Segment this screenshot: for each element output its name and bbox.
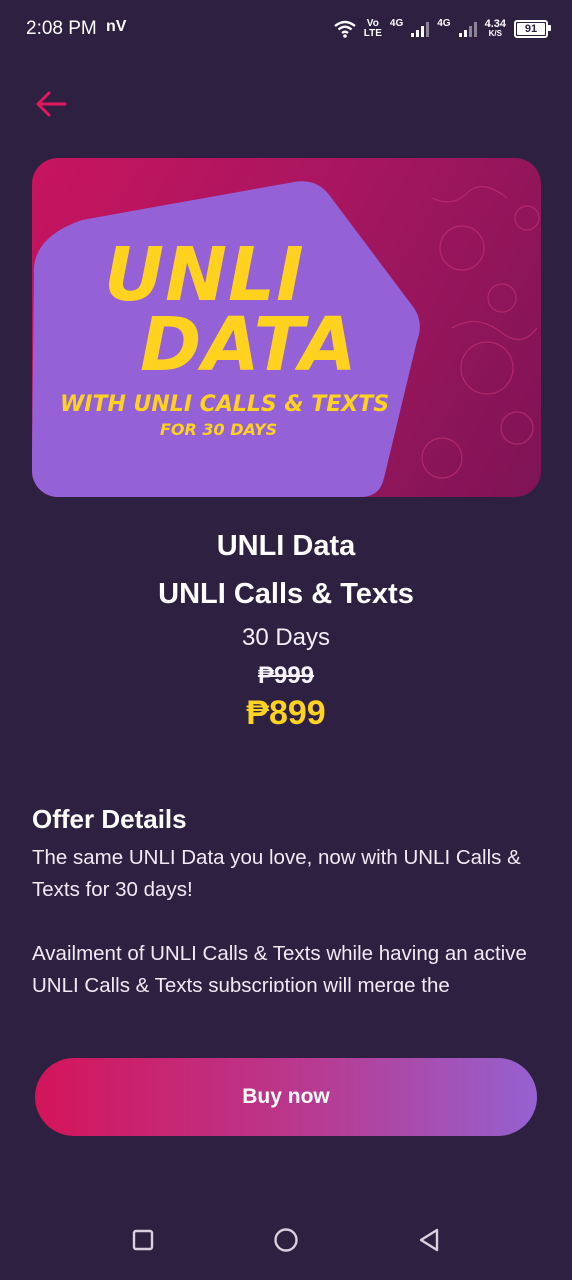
banner-heading-2: DATA [140, 302, 358, 388]
system-back-button[interactable] [407, 1218, 451, 1262]
back-button[interactable] [28, 82, 74, 126]
recent-apps-button[interactable] [121, 1218, 165, 1262]
status-time: 2:08 PM [26, 18, 97, 39]
network-speed: 4.34 K/S [484, 18, 506, 39]
banner-subheading-1: WITH UNLI CALLS & TEXTS [60, 392, 390, 417]
network-type-1: 4G [389, 17, 404, 29]
banner-subheading-2: FOR 30 DAYS [160, 420, 278, 439]
network-type-2: 4G [437, 17, 451, 29]
signal-icon-1 [411, 21, 430, 37]
original-price: ₱999 [257, 662, 315, 689]
signal-icon-2 [458, 21, 477, 37]
carrier-icon: nV [106, 18, 127, 35]
offer-details-heading: Offer Details [32, 804, 187, 834]
triangle-back-icon [419, 1228, 439, 1252]
system-nav-bar [0, 1200, 572, 1280]
square-icon [132, 1229, 154, 1251]
arrow-left-icon [36, 91, 67, 117]
offer-details-body[interactable]: The same UNLI Data you love, now with UN… [32, 842, 542, 992]
promo-banner: UNLI DATA WITH UNLI CALLS & TEXTS FOR 30… [32, 158, 541, 497]
banner-heading-1: UNLI [104, 232, 305, 318]
product-subtitle: UNLI Calls & Texts [158, 578, 414, 610]
status-bar: 2:08 PM nV Vo LTE 4G 4G 4.34 K/S 91 [0, 0, 572, 58]
product-title: UNLI Data [216, 530, 356, 562]
wifi-icon [333, 20, 356, 38]
buy-now-button[interactable]: Buy now [35, 1058, 537, 1136]
discounted-price: ₱899 [246, 694, 326, 732]
volte-icon: Vo LTE [363, 18, 382, 39]
product-duration: 30 Days [241, 624, 331, 651]
offer-paragraph: The same UNLI Data you love, now with UN… [32, 846, 521, 901]
circle-icon [274, 1228, 298, 1252]
battery-icon: 91 [514, 20, 551, 38]
status-icons: Vo LTE 4G 4G 4.34 K/S 91 [333, 16, 551, 42]
offer-paragraph: Availment of UNLI Calls & Texts while ha… [32, 942, 527, 992]
home-button[interactable] [264, 1218, 308, 1262]
